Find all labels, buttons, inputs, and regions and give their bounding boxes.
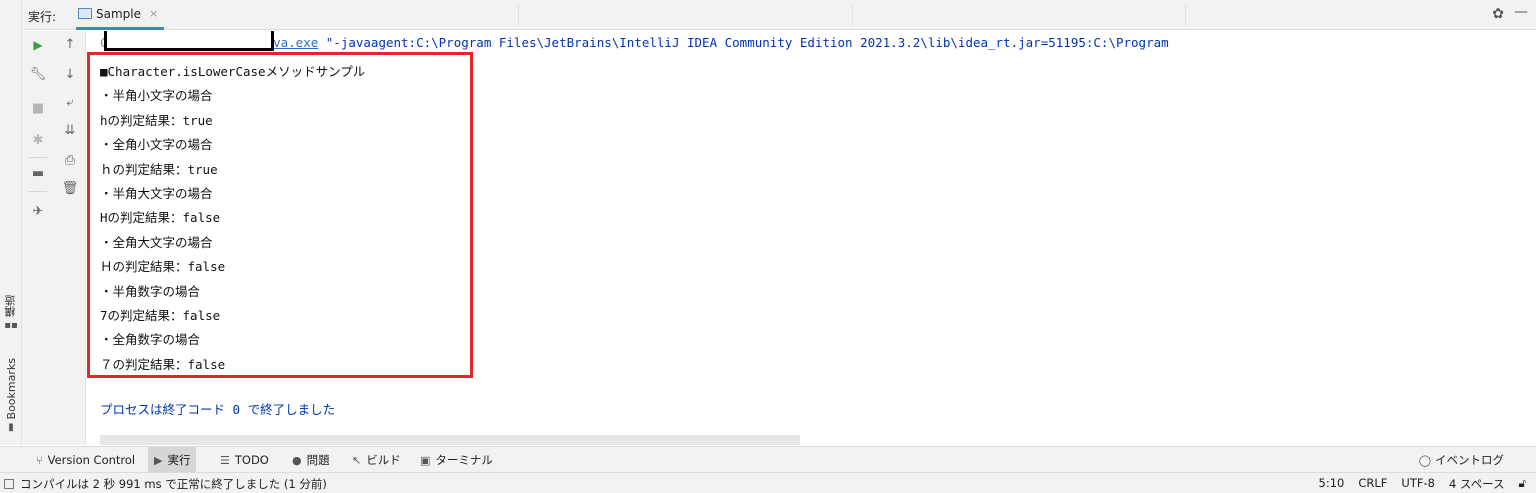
- tab-terminal[interactable]: ▣ ターミナル: [414, 447, 499, 473]
- status-widgets: 5:10 CRLF UTF-8 4 スペース 🔓︎: [1319, 476, 1526, 492]
- layout-icon[interactable]: ▬: [22, 164, 54, 184]
- terminal-icon: ▣: [420, 453, 431, 467]
- command-args: "-javaagent:C:\Program Files\JetBrains\I…: [318, 35, 1169, 50]
- run-toolbar-secondary: ↑ ↓ ⤶ ⇊ ⎙ 🗑︎: [54, 31, 86, 445]
- status-message: コンパイルは 2 秒 991 ms で正常に終了しました (1 分前): [4, 476, 327, 492]
- tab-label: 問題: [306, 453, 330, 467]
- tab-label: TODO: [234, 453, 269, 467]
- tab-label: ターミナル: [435, 453, 493, 467]
- run-tool-window-header: 実行: Sample × ✿ —: [22, 0, 1536, 30]
- tab-separator: [518, 4, 519, 26]
- lock-icon[interactable]: 🔓︎: [1519, 476, 1526, 492]
- run-label: 実行:: [28, 10, 57, 24]
- horizontal-scrollbar[interactable]: [100, 435, 800, 445]
- tab-todo[interactable]: ☰ TODO: [214, 447, 275, 473]
- tab-label: ビルド: [366, 453, 401, 467]
- event-log-label: イベントログ: [1435, 453, 1504, 467]
- pin-icon[interactable]: ✈: [22, 202, 54, 222]
- hammer-icon: ↖: [352, 453, 362, 467]
- status-text: コンパイルは 2 秒 991 ms で正常に終了しました (1 分前): [20, 477, 327, 491]
- left-tool-strip: 構造 ▪▪ Bookmarks ▮: [0, 0, 22, 445]
- scroll-to-end-icon[interactable]: ⇊: [54, 121, 86, 141]
- toolbar-divider: [29, 191, 47, 192]
- debug-icon[interactable]: ✱: [22, 131, 54, 151]
- tab-problems[interactable]: ● 問題: [286, 447, 336, 473]
- soft-wrap-icon[interactable]: ⤶: [54, 93, 86, 113]
- tool-window-bar: ⑂ Version Control ▶ 実行 ☰ TODO ● 問題 ↖ ビルド…: [0, 446, 1536, 473]
- tab-version-control[interactable]: ⑂ Version Control: [30, 447, 141, 473]
- tab-label: Version Control: [47, 453, 136, 467]
- bookmark-icon: ▮: [8, 422, 14, 434]
- highlight-box: [87, 52, 473, 378]
- line-separator[interactable]: CRLF: [1358, 476, 1387, 492]
- file-encoding[interactable]: UTF-8: [1401, 476, 1435, 492]
- wrench-icon[interactable]: 🔧︎: [22, 65, 54, 85]
- tab-sample[interactable]: Sample ×: [76, 0, 164, 30]
- tab-separator: [852, 4, 853, 26]
- bookmarks-tool-button[interactable]: Bookmarks ▮: [1, 358, 21, 433]
- trash-icon[interactable]: 🗑︎: [54, 179, 86, 199]
- close-icon[interactable]: ×: [149, 7, 158, 20]
- rerun-icon[interactable]: ▶: [22, 35, 54, 55]
- structure-label: 構造: [4, 295, 17, 317]
- run-toolbar-primary: ▶ 🔧︎ ■ ✱ ▬ ✈: [22, 31, 54, 445]
- bookmarks-label: Bookmarks: [4, 358, 18, 420]
- stop-icon[interactable]: ■: [22, 99, 54, 119]
- status-toggle-icon[interactable]: [4, 479, 14, 489]
- print-icon[interactable]: ⎙: [54, 151, 86, 171]
- tab-title: Sample: [96, 6, 141, 21]
- caret-position[interactable]: 5:10: [1319, 476, 1345, 492]
- tab-run[interactable]: ▶ 実行: [148, 447, 197, 473]
- gear-icon[interactable]: ✿: [1492, 6, 1504, 22]
- indent-setting[interactable]: 4 スペース: [1449, 476, 1505, 492]
- status-bar: コンパイルは 2 秒 991 ms で正常に終了しました (1 分前) 5:10…: [0, 472, 1536, 493]
- structure-icon: ▪▪: [4, 320, 18, 331]
- exit-message: プロセスは終了コード 0 で終了しました: [100, 402, 336, 417]
- tab-separator: [1185, 4, 1186, 26]
- event-log-icon: ◯: [1418, 453, 1431, 467]
- redaction-box: [104, 31, 274, 51]
- arrow-up-icon[interactable]: ↑: [54, 35, 86, 55]
- event-log-button[interactable]: ◯ イベントログ: [1419, 447, 1504, 473]
- list-icon: ☰: [220, 453, 230, 467]
- tab-build[interactable]: ↖ ビルド: [346, 447, 407, 473]
- arrow-down-icon[interactable]: ↓: [54, 65, 86, 85]
- warning-icon: ●: [292, 453, 302, 467]
- structure-tool-button[interactable]: 構造 ▪▪: [1, 295, 21, 331]
- minimize-icon[interactable]: —: [1514, 4, 1528, 20]
- toolbar-divider: [29, 157, 47, 158]
- console-output[interactable]: C\openjdk-17.0.2\bin\java.exe "-javaagen…: [87, 31, 1536, 445]
- branch-icon: ⑂: [36, 453, 43, 467]
- play-icon: ▶: [154, 453, 163, 467]
- console-tab-icon: [78, 8, 92, 19]
- tab-label: 実行: [167, 453, 191, 467]
